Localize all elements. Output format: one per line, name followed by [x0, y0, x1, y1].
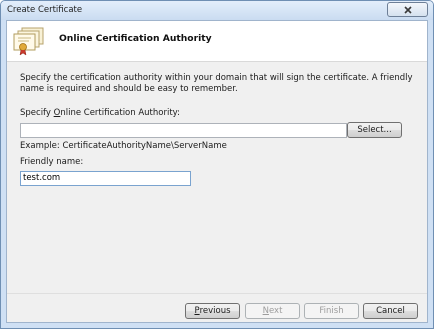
certificate-icon	[13, 27, 44, 56]
close-icon	[403, 5, 412, 14]
previous-button[interactable]: Previous	[185, 303, 240, 319]
description-text: Specify the certification authority with…	[20, 73, 413, 94]
next-button[interactable]: Next	[245, 303, 300, 319]
dialog-client-area: Online Certification Authority Specify t…	[6, 20, 428, 323]
page-title: Online Certification Authority	[59, 33, 212, 44]
window-title: Create Certificate	[7, 5, 83, 15]
cancel-label: Cancel	[376, 306, 405, 316]
select-button[interactable]: Select...	[347, 122, 402, 138]
example-text: Example: CertificateAuthorityName\Server…	[20, 141, 227, 151]
ca-label-rest: nline Certification Authority:	[60, 108, 180, 118]
ca-input[interactable]	[20, 123, 347, 138]
close-button[interactable]	[387, 2, 428, 17]
cancel-button[interactable]: Cancel	[363, 303, 418, 319]
ca-label: Specify Online Certification Authority:	[20, 108, 180, 118]
previous-label: revious	[199, 306, 231, 316]
friendly-name-label: Friendly name:	[20, 157, 84, 167]
footer-divider	[7, 293, 427, 294]
finish-button[interactable]: Finish	[304, 303, 359, 319]
create-certificate-window: Create Certificate Online Certification …	[0, 0, 434, 329]
friendly-name-input[interactable]: test.com	[20, 171, 191, 186]
select-button-label: Select...	[357, 125, 392, 135]
finish-label: Finish	[319, 306, 344, 316]
wizard-header: Online Certification Authority	[7, 21, 427, 62]
ca-label-prefix: Specify	[20, 108, 54, 118]
title-bar[interactable]: Create Certificate	[1, 1, 433, 20]
next-label: ext	[268, 306, 283, 316]
